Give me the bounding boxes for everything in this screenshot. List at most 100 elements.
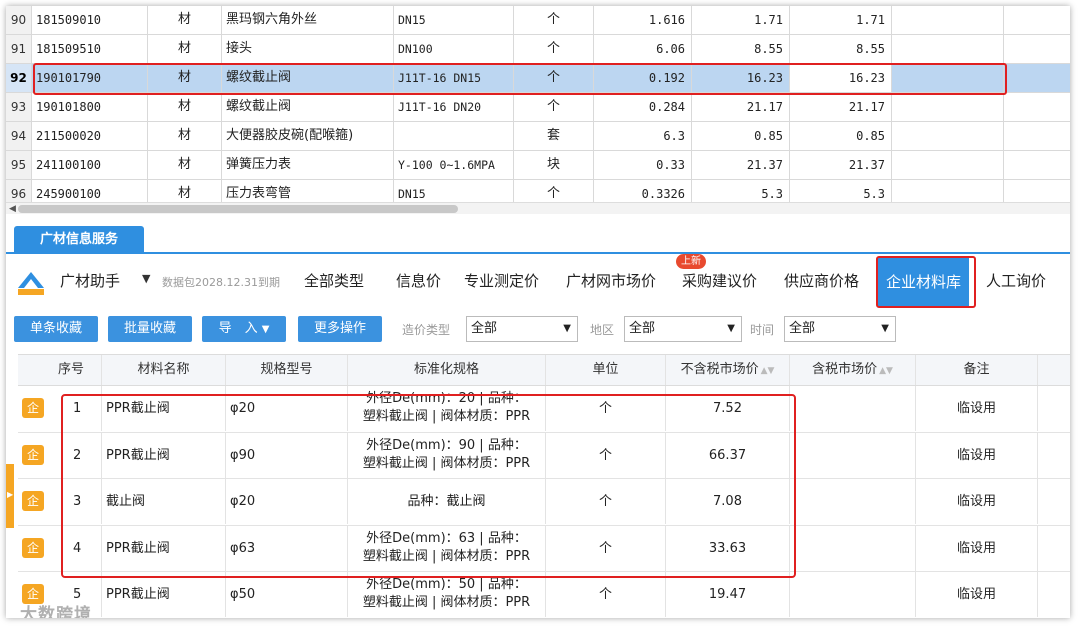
nav-supplier-price[interactable]: 供应商价格 [784, 270, 859, 291]
row-note: 临设用 [916, 386, 1038, 431]
empty-cell[interactable] [1004, 64, 1070, 92]
empty-cell[interactable] [1004, 93, 1070, 121]
material-price[interactable]: 16.23 [692, 64, 790, 92]
table-row[interactable]: 企 2 PPR截止阀 φ90 外径De(mm)：90 | 品种： 塑料截止阀 | … [18, 432, 1070, 479]
table-row[interactable]: 企 4 PPR截止阀 φ63 外径De(mm)：63 | 品种： 塑料截止阀 | … [18, 525, 1070, 572]
assistant-label[interactable]: 广材助手 [60, 270, 120, 291]
table-row[interactable]: 企 5 PPR截止阀 φ50 外径De(mm)：50 | 品种： 塑料截止阀 | … [18, 572, 1070, 618]
empty-cell[interactable] [892, 122, 1004, 150]
material-market-price[interactable]: 8.55 [790, 35, 892, 63]
nav-professional-price[interactable]: 专业测定价 [464, 270, 539, 291]
material-code[interactable]: 241100100 [32, 151, 148, 179]
side-collapse-tab[interactable]: ▶ [6, 464, 14, 528]
row-end [1038, 526, 1070, 571]
empty-cell[interactable] [1004, 6, 1070, 34]
material-spec[interactable]: J11T-16 DN15 [394, 64, 514, 92]
nav-all-types[interactable]: 全部类型 [304, 270, 364, 291]
sheet-row-selected[interactable]: 92 190101790 材 螺纹截止阀 J11T-16 DN15 个 0.19… [6, 64, 1070, 93]
empty-cell[interactable] [892, 151, 1004, 179]
material-type[interactable]: 材 [148, 35, 222, 63]
material-market-price[interactable]: 21.37 [790, 151, 892, 179]
material-name[interactable]: 黑玛钢六角外丝 [222, 6, 394, 34]
material-type[interactable]: 材 [148, 6, 222, 34]
material-code[interactable]: 190101800 [32, 93, 148, 121]
material-qty[interactable]: 6.06 [594, 35, 692, 63]
sheet-row[interactable]: 95 241100100 材 弹簧压力表 Y-100 0~1.6MPA 块 0.… [6, 151, 1070, 180]
material-qty[interactable]: 6.3 [594, 122, 692, 150]
material-spec[interactable]: DN15 [394, 6, 514, 34]
nav-info-price[interactable]: 信息价 [396, 270, 441, 291]
table-row[interactable]: 企 1 PPR截止阀 φ20 外径De(mm)：20 | 品种： 塑料截止阀 | … [18, 386, 1070, 433]
price-type-select[interactable]: 全部 ▼ [466, 316, 578, 342]
material-name[interactable]: 螺纹截止阀 [222, 93, 394, 121]
material-price[interactable]: 21.17 [692, 93, 790, 121]
material-spec[interactable]: DN100 [394, 35, 514, 63]
material-name[interactable]: 弹簧压力表 [222, 151, 394, 179]
material-unit[interactable]: 个 [514, 35, 594, 63]
material-name[interactable]: 螺纹截止阀 [222, 64, 394, 92]
row-std: 外径De(mm)：20 | 品种： 塑料截止阀 | 阀体材质：PPR [348, 386, 546, 431]
material-type[interactable]: 材 [148, 64, 222, 92]
sheet-row[interactable]: 91 181509510 材 接头 DN100 个 6.06 8.55 8.55 [6, 35, 1070, 64]
material-spec[interactable]: Y-100 0~1.6MPA [394, 151, 514, 179]
material-price[interactable]: 0.85 [692, 122, 790, 150]
material-spec[interactable]: J11T-16 DN20 [394, 93, 514, 121]
material-qty[interactable]: 1.616 [594, 6, 692, 34]
header-price-incl-tax[interactable]: 含税市场价 ▲▼ [790, 355, 916, 385]
row-price-incl-tax [790, 572, 916, 617]
material-market-price-editing[interactable]: 16.23 [790, 64, 892, 92]
material-qty[interactable]: 0.33 [594, 151, 692, 179]
table-row[interactable]: 企 3 截止阀 φ20 品种：截止阀 个 7.08 临设用 [18, 479, 1070, 526]
empty-cell[interactable] [1004, 122, 1070, 150]
material-name[interactable]: 大便器胶皮碗(配喉箍) [222, 122, 394, 150]
material-unit[interactable]: 个 [514, 6, 594, 34]
material-code[interactable]: 181509010 [32, 6, 148, 34]
material-price[interactable]: 21.37 [692, 151, 790, 179]
empty-cell[interactable] [892, 64, 1004, 92]
material-spec[interactable] [394, 122, 514, 150]
sort-icon[interactable]: ▲▼ [879, 366, 893, 376]
region-select[interactable]: 全部 ▼ [624, 316, 742, 342]
favorite-batch-button[interactable]: 批量收藏 [108, 316, 192, 342]
material-market-price[interactable]: 21.17 [790, 93, 892, 121]
material-price[interactable]: 8.55 [692, 35, 790, 63]
material-type[interactable]: 材 [148, 122, 222, 150]
empty-cell[interactable] [892, 35, 1004, 63]
tab-material-info-service[interactable]: 广材信息服务 [14, 226, 144, 254]
chevron-down-icon[interactable]: ▼ [142, 272, 150, 285]
material-market-price[interactable]: 1.71 [790, 6, 892, 34]
nav-purchase-suggestion[interactable]: 采购建议价 [682, 270, 757, 291]
new-badge: 上新 [676, 254, 706, 269]
material-unit[interactable]: 套 [514, 122, 594, 150]
material-qty[interactable]: 0.284 [594, 93, 692, 121]
scrollbar-thumb[interactable] [18, 205, 458, 213]
time-select[interactable]: 全部 ▼ [784, 316, 896, 342]
import-button[interactable]: 导 入 ▼ [202, 316, 286, 342]
more-actions-button[interactable]: 更多操作 [298, 316, 382, 342]
material-code[interactable]: 190101790 [32, 64, 148, 92]
empty-cell[interactable] [892, 6, 1004, 34]
nav-manual-inquiry[interactable]: 人工询价 [986, 270, 1046, 291]
nav-enterprise-material-lib[interactable]: 企业材料库 [878, 258, 970, 306]
favorite-single-button[interactable]: 单条收藏 [14, 316, 98, 342]
material-type[interactable]: 材 [148, 151, 222, 179]
material-unit[interactable]: 个 [514, 93, 594, 121]
nav-market-price[interactable]: 广材网市场价 [566, 270, 656, 291]
empty-cell[interactable] [892, 93, 1004, 121]
empty-cell[interactable] [1004, 35, 1070, 63]
material-unit[interactable]: 块 [514, 151, 594, 179]
material-qty[interactable]: 0.192 [594, 64, 692, 92]
material-code[interactable]: 181509510 [32, 35, 148, 63]
empty-cell[interactable] [1004, 151, 1070, 179]
material-name[interactable]: 接头 [222, 35, 394, 63]
material-type[interactable]: 材 [148, 93, 222, 121]
sort-icon[interactable]: ▲▼ [761, 366, 775, 376]
sheet-row[interactable]: 93 190101800 材 螺纹截止阀 J11T-16 DN20 个 0.28… [6, 93, 1070, 122]
material-code[interactable]: 211500020 [32, 122, 148, 150]
material-price[interactable]: 1.71 [692, 6, 790, 34]
header-price-excl-tax[interactable]: 不含税市场价 ▲▼ [666, 355, 790, 385]
sheet-row[interactable]: 94 211500020 材 大便器胶皮碗(配喉箍) 套 6.3 0.85 0.… [6, 122, 1070, 151]
sheet-row[interactable]: 90 181509010 材 黑玛钢六角外丝 DN15 个 1.616 1.71… [6, 6, 1070, 35]
material-unit[interactable]: 个 [514, 64, 594, 92]
material-market-price[interactable]: 0.85 [790, 122, 892, 150]
